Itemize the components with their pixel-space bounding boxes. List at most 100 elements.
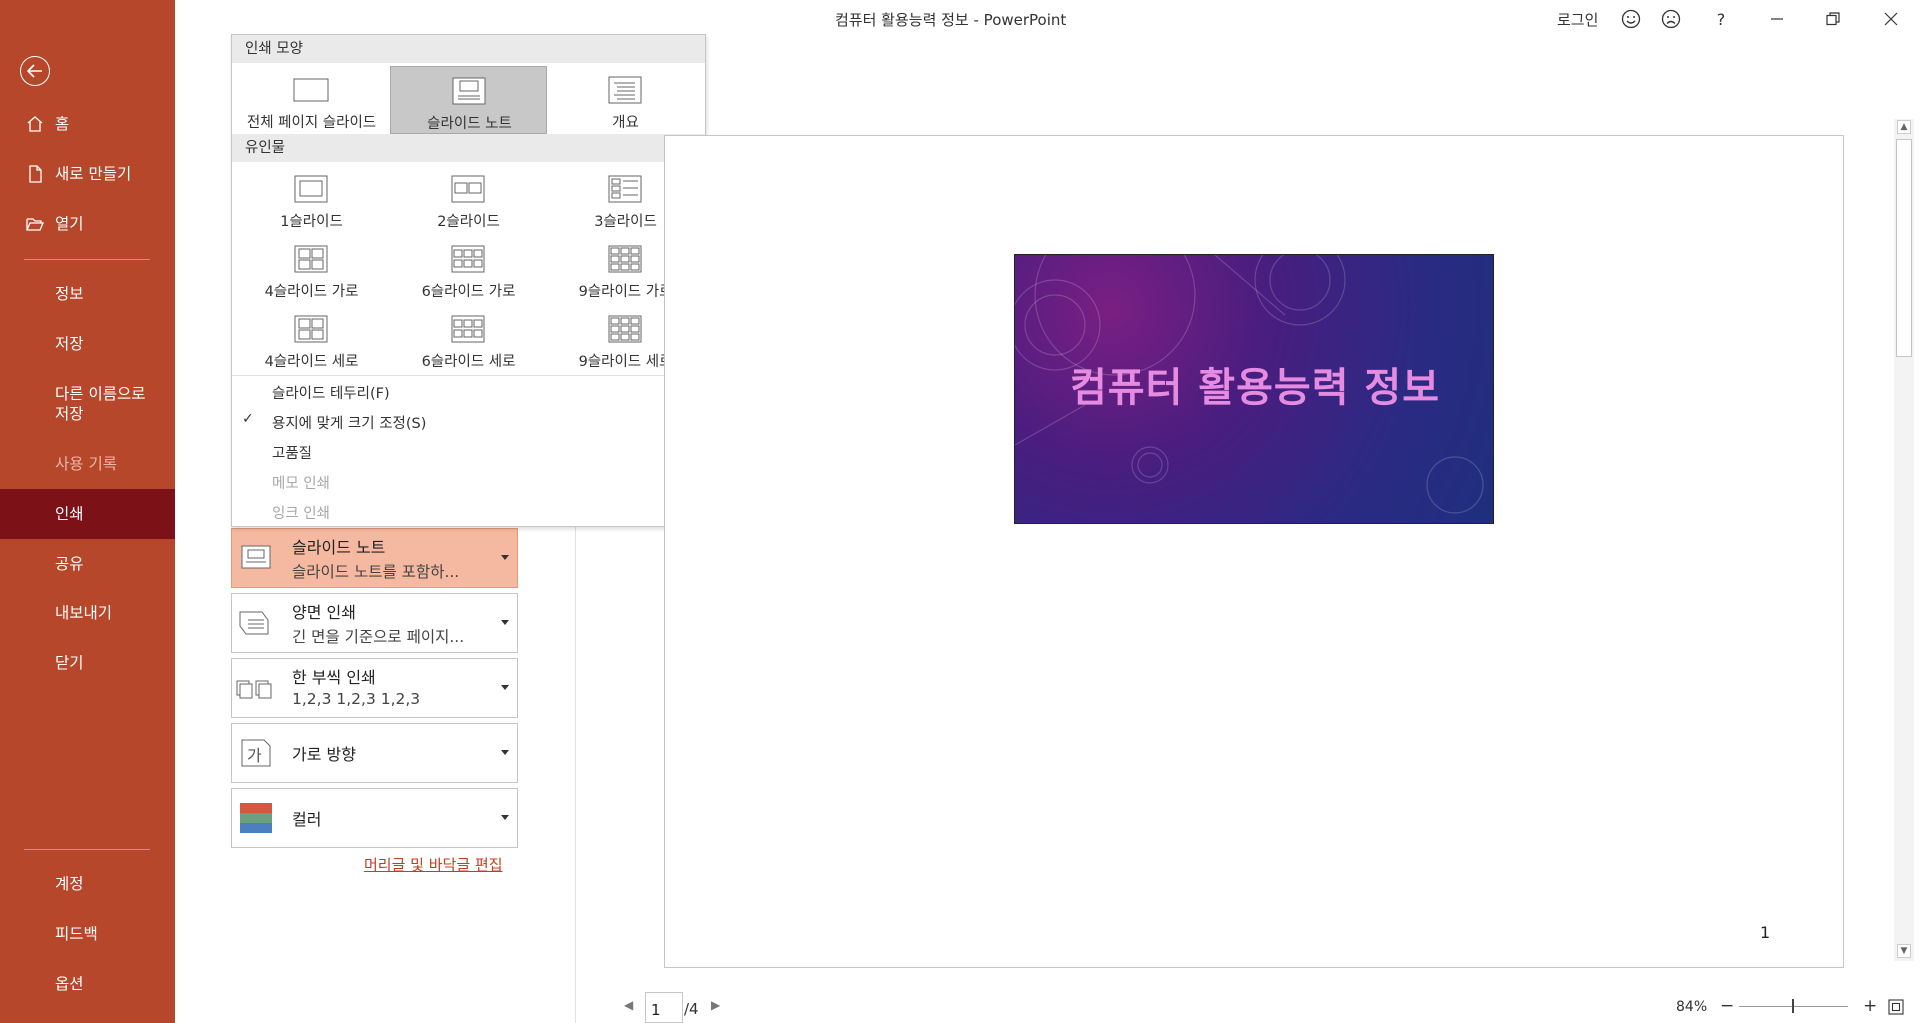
frown-feedback-icon[interactable] bbox=[1660, 8, 1682, 30]
chevron-down-icon bbox=[501, 750, 509, 755]
window-title: 컴퓨터 활용능력 정보 - PowerPoint bbox=[835, 11, 1067, 29]
scroll-thumb[interactable] bbox=[1896, 139, 1912, 357]
landscape-orientation-icon: 가 bbox=[241, 739, 271, 767]
restore-icon[interactable] bbox=[1822, 8, 1844, 30]
help-icon[interactable]: ? bbox=[1710, 8, 1732, 30]
zoom-in-icon[interactable]: + bbox=[1863, 996, 1877, 1016]
fit-to-window-icon[interactable] bbox=[1887, 998, 1905, 1016]
nav-home[interactable]: 홈 bbox=[0, 114, 175, 134]
handout-2-icon bbox=[451, 175, 485, 203]
zoom-control: 84% − + bbox=[1670, 996, 1920, 1018]
vertical-scrollbar[interactable]: ▲ ▼ bbox=[1894, 119, 1914, 961]
nav-separator-bottom bbox=[24, 849, 150, 850]
nav-home-label: 홈 bbox=[55, 115, 70, 133]
login-link[interactable]: 로그인 bbox=[1557, 9, 1598, 30]
orientation-title: 가로 방향 bbox=[292, 745, 356, 764]
home-icon bbox=[27, 116, 43, 132]
backstage-nav: 홈 새로 만들기 열기 정보 저장 다른 이름으로 저장 사용 기록 인쇄 공유… bbox=[0, 0, 175, 1023]
nav-info[interactable]: 정보 bbox=[0, 284, 175, 304]
layout-notes-pages[interactable]: 슬라이드 노트 bbox=[390, 66, 547, 134]
popup-separator bbox=[232, 375, 705, 376]
handout-9-horizontal-icon bbox=[608, 245, 642, 273]
collate-dropdown[interactable]: 한 부씩 인쇄 1,2,3 1,2,3 1,2,3 bbox=[231, 658, 518, 718]
full-page-slide-icon bbox=[293, 78, 329, 102]
title-bar: 컴퓨터 활용능력 정보 - PowerPoint 로그인 ? bbox=[175, 0, 1920, 38]
close-window-icon[interactable] bbox=[1880, 8, 1902, 30]
nav-feedback[interactable]: 피드백 bbox=[0, 924, 175, 944]
zoom-slider-thumb[interactable] bbox=[1792, 999, 1794, 1013]
svg-text:가: 가 bbox=[247, 746, 262, 765]
slide-title-text: 컴퓨터 활용능력 정보 bbox=[1069, 365, 1441, 411]
handout-6-vertical-icon bbox=[451, 315, 485, 343]
notes-page-icon bbox=[241, 545, 271, 569]
layout-label: 슬라이드 노트 bbox=[427, 116, 512, 132]
nav-history: 사용 기록 bbox=[0, 454, 175, 474]
duplex-title: 양면 인쇄 bbox=[292, 603, 356, 622]
back-button[interactable] bbox=[20, 56, 50, 86]
print-layout-dropdown[interactable]: 슬라이드 노트 슬라이드 노트를 포함하... bbox=[231, 528, 518, 588]
nav-save-as-label: 다른 이름으로 bbox=[55, 385, 146, 403]
collate-title: 한 부씩 인쇄 bbox=[292, 668, 376, 687]
handout-6-vertical[interactable]: 6슬라이드 세로 bbox=[390, 305, 547, 373]
layout-outline[interactable]: 개요 bbox=[547, 66, 704, 134]
print-layout-popup: 인쇄 모양 전체 페이지 슬라이드 슬라이드 노트 개요 유인물 1슬라이드 2… bbox=[231, 34, 706, 527]
handout-4-vertical[interactable]: 4슬라이드 세로 bbox=[233, 305, 390, 373]
smile-feedback-icon[interactable] bbox=[1620, 8, 1642, 30]
prev-page-icon[interactable]: ◀ bbox=[624, 998, 633, 1012]
nav-new[interactable]: 새로 만들기 bbox=[0, 164, 175, 184]
nav-feedback-label: 피드백 bbox=[55, 925, 98, 943]
nav-export-label: 내보내기 bbox=[55, 604, 113, 622]
zoom-out-icon[interactable]: − bbox=[1720, 996, 1734, 1016]
nav-open[interactable]: 열기 bbox=[0, 214, 175, 234]
handout-2-slides[interactable]: 2슬라이드 bbox=[390, 165, 547, 233]
nav-share[interactable]: 공유 bbox=[0, 554, 175, 574]
next-page-icon[interactable]: ▶ bbox=[711, 998, 720, 1012]
handout-9-vertical-icon bbox=[608, 315, 642, 343]
color-dropdown[interactable]: 컬러 bbox=[231, 788, 518, 848]
notes-pages-icon bbox=[452, 77, 486, 105]
handout-4-horizontal[interactable]: 4슬라이드 가로 bbox=[233, 235, 390, 303]
handout-label: 2슬라이드 bbox=[437, 214, 500, 230]
menu-frame-slides[interactable]: 슬라이드 테두리(F) bbox=[272, 382, 390, 403]
page-number-input[interactable]: 1 bbox=[645, 992, 683, 1023]
duplex-dropdown[interactable]: 양면 인쇄 긴 면을 기준으로 페이지... bbox=[231, 593, 518, 653]
handout-label: 4슬라이드 세로 bbox=[264, 354, 359, 370]
menu-print-comments: 메모 인쇄 bbox=[272, 476, 330, 492]
zoom-value: 84% bbox=[1676, 999, 1708, 1015]
duplex-print-icon bbox=[239, 611, 269, 635]
minimize-icon[interactable] bbox=[1766, 8, 1788, 30]
handout-3-icon bbox=[608, 175, 642, 203]
nav-close[interactable]: 닫기 bbox=[0, 653, 175, 673]
handout-6-horizontal-icon bbox=[451, 245, 485, 273]
nav-account[interactable]: 계정 bbox=[0, 874, 175, 894]
chevron-down-icon bbox=[501, 685, 509, 690]
handout-6-horizontal[interactable]: 6슬라이드 가로 bbox=[390, 235, 547, 303]
layout-label: 전체 페이지 슬라이드 bbox=[246, 115, 377, 131]
nav-export[interactable]: 내보내기 bbox=[0, 603, 175, 623]
nav-save-label: 저장 bbox=[55, 335, 84, 353]
print-layout-desc: 슬라이드 노트를 포함하... bbox=[292, 563, 460, 581]
edit-header-footer-link[interactable]: 머리글 및 바닥글 편집 bbox=[364, 854, 503, 875]
nav-save-as[interactable]: 다른 이름으로 저장 bbox=[0, 384, 175, 424]
nav-open-label: 열기 bbox=[55, 215, 84, 233]
print-layout-title: 슬라이드 노트 bbox=[292, 538, 386, 557]
handout-label: 1슬라이드 bbox=[280, 214, 343, 230]
nav-save[interactable]: 저장 bbox=[0, 334, 175, 354]
orientation-dropdown[interactable]: 가 가로 방향 bbox=[231, 723, 518, 783]
preview-page-number: 1 bbox=[1760, 923, 1771, 942]
layout-full-page-slides[interactable]: 전체 페이지 슬라이드 bbox=[233, 66, 390, 134]
nav-print-label: 인쇄 bbox=[55, 505, 84, 523]
menu-scale-to-fit[interactable]: 용지에 맞게 크기 조정(S) bbox=[272, 412, 426, 433]
scroll-up-icon[interactable]: ▲ bbox=[1897, 120, 1911, 134]
menu-high-quality[interactable]: 고품질 bbox=[272, 442, 312, 463]
handout-label: 6슬라이드 세로 bbox=[421, 354, 516, 370]
section-handouts: 유인물 bbox=[232, 134, 705, 162]
handout-1-slide[interactable]: 1슬라이드 bbox=[233, 165, 390, 233]
nav-print[interactable]: 인쇄 bbox=[0, 489, 175, 539]
back-arrow-icon bbox=[27, 64, 42, 78]
nav-options[interactable]: 옵션 bbox=[0, 974, 175, 994]
outline-icon bbox=[608, 76, 642, 104]
scroll-down-icon[interactable]: ▼ bbox=[1897, 944, 1911, 958]
open-folder-icon bbox=[26, 218, 44, 231]
section-print-layout: 인쇄 모양 bbox=[232, 35, 705, 63]
